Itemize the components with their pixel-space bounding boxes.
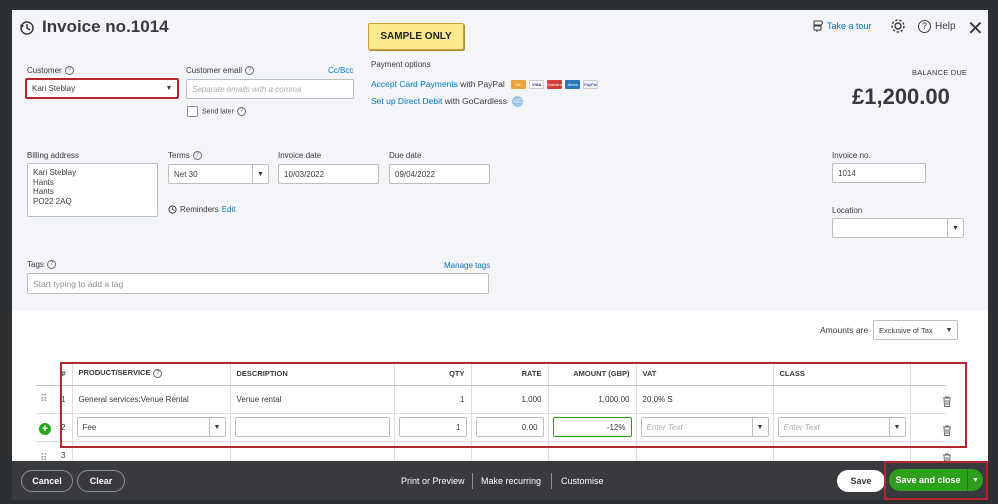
highlight-box: [60, 362, 967, 448]
help-icon: ?: [918, 20, 931, 33]
terms-value: Net 30: [174, 169, 198, 179]
chevron-down-icon: ▼: [252, 165, 268, 183]
chevron-down-icon: ▼: [947, 219, 963, 237]
reminders-row: Reminders Edit: [168, 205, 235, 214]
customer-email-label: Customer email?: [186, 66, 255, 76]
help-icon: ?: [64, 66, 74, 76]
direct-debit-link[interactable]: Set up Direct Debit: [371, 96, 442, 106]
chevron-down-icon: ▼: [165, 85, 173, 92]
help-button[interactable]: ? Help: [915, 20, 956, 33]
manage-tags-link[interactable]: Manage tags: [444, 261, 490, 270]
customer-select[interactable]: Kari Steblay ▼: [25, 78, 179, 99]
accept-card-row: Accept Card Payments with PayPal MC VISA…: [371, 79, 599, 90]
page-title: Invoice no.1014: [42, 17, 169, 36]
footer-bar: Cancel Clear Print or Preview Make recur…: [12, 461, 988, 500]
invoice-date-label: Invoice date: [278, 151, 322, 160]
accept-card-suffix: with PayPal: [457, 79, 505, 89]
due-date-value: 09/04/2022: [395, 169, 436, 179]
reminders-label: Reminders: [180, 205, 219, 214]
sample-only-badge: SAMPLE ONLY: [368, 23, 464, 50]
help-icon: ?: [236, 107, 246, 116]
amex-icon: Amex: [565, 80, 581, 90]
payment-options-label: Payment options: [371, 60, 431, 69]
amounts-are-value: Exclusive of Tax: [879, 325, 933, 335]
save-and-close-button[interactable]: Save and close ▼: [889, 469, 983, 491]
cancel-button[interactable]: Cancel: [21, 470, 73, 492]
amounts-are-label: Amounts are: [820, 325, 869, 335]
billing-line: Kari Steblay: [33, 168, 77, 177]
due-date-input[interactable]: 09/04/2022: [389, 164, 490, 184]
email-placeholder: Separate emails with a comma: [192, 84, 302, 94]
clock-icon: [168, 205, 177, 214]
invoice-date-input[interactable]: 10/03/2022: [278, 164, 379, 184]
send-later-checkbox[interactable]: [187, 106, 198, 117]
trash-icon[interactable]: [942, 425, 952, 436]
help-icon: ?: [46, 260, 56, 270]
invoice-date-value: 10/03/2022: [284, 169, 325, 179]
trash-icon[interactable]: [942, 396, 952, 407]
billing-line: Hants: [33, 187, 54, 196]
balance-due-amount: £1,200.00: [852, 84, 950, 109]
invoice-no-label: Invoice no.: [832, 151, 871, 160]
card-logos: MC VISA Maestro Amex PayPal: [511, 80, 599, 90]
history-icon[interactable]: [19, 20, 35, 36]
billing-line: PO22 2AQ: [33, 196, 72, 206]
reminders-edit-link[interactable]: Edit: [222, 205, 236, 214]
accept-card-link[interactable]: Accept Card Payments: [371, 79, 458, 89]
gocardless-icon: GC: [512, 96, 524, 108]
clear-button[interactable]: Clear: [77, 470, 125, 492]
paypal-icon: PayPal: [583, 80, 599, 90]
take-tour-link[interactable]: Take a tour: [812, 20, 872, 32]
help-icon: ?: [245, 66, 255, 76]
location-select[interactable]: ▼: [832, 218, 964, 238]
mastercard-icon: MC: [511, 80, 527, 90]
save-button[interactable]: Save: [837, 470, 885, 492]
customise-link[interactable]: Customise: [561, 476, 604, 486]
location-label: Location: [832, 206, 863, 215]
terms-select[interactable]: Net 30 ▼: [168, 164, 269, 184]
drag-handle-icon[interactable]: ⠿: [40, 394, 47, 405]
take-tour-label: Take a tour: [827, 21, 872, 31]
customer-email-input[interactable]: Separate emails with a comma: [186, 79, 354, 99]
send-later-label: Send later?: [202, 107, 246, 116]
chevron-down-icon[interactable]: ▼: [967, 469, 983, 491]
save-and-close-label: Save and close: [895, 475, 961, 485]
tags-placeholder: Start typing to add a tag: [33, 278, 124, 289]
gear-icon[interactable]: [890, 18, 906, 34]
customer-label: Customer?: [27, 66, 74, 76]
signpost-icon: [813, 20, 823, 32]
direct-debit-suffix: with GoCardless: [442, 96, 508, 106]
due-date-label: Due date: [389, 151, 422, 160]
invoice-no-value: 1014: [838, 168, 856, 178]
divider: [472, 473, 473, 489]
add-line-icon[interactable]: +: [39, 423, 51, 435]
billing-address-label: Billing address: [27, 151, 80, 160]
direct-debit-row: Set up Direct Debit with GoCardless GC: [371, 96, 524, 108]
line-items-area: Amounts are Exclusive of Tax ▼ # PRODUCT…: [12, 310, 988, 470]
terms-label: Terms?: [168, 151, 202, 161]
tags-label: Tags?: [27, 260, 56, 270]
customer-value: Kari Steblay: [32, 84, 76, 93]
invoice-window: Invoice no.1014 SAMPLE ONLY Take a tour …: [12, 10, 988, 500]
tags-input[interactable]: Start typing to add a tag: [27, 273, 489, 294]
close-icon[interactable]: ✕: [967, 16, 984, 41]
print-preview-link[interactable]: Print or Preview: [401, 476, 465, 486]
help-icon: ?: [192, 151, 202, 161]
visa-icon: VISA: [529, 80, 545, 90]
help-label: Help: [935, 21, 956, 32]
chevron-down-icon: ▼: [945, 326, 953, 334]
balance-due-label: BALANCE DUE: [912, 68, 968, 77]
invoice-no-input[interactable]: 1014: [832, 163, 926, 183]
maestro-icon: Maestro: [547, 80, 563, 90]
divider: [551, 473, 552, 489]
amounts-are-select[interactable]: Exclusive of Tax ▼: [873, 320, 958, 340]
make-recurring-link[interactable]: Make recurring: [481, 476, 541, 486]
cc-bcc-link[interactable]: Cc/Bcc: [328, 66, 353, 75]
billing-address-input[interactable]: Kari Steblay Hants Hants PO22 2AQ: [27, 163, 158, 217]
billing-line: Hants: [33, 177, 54, 187]
